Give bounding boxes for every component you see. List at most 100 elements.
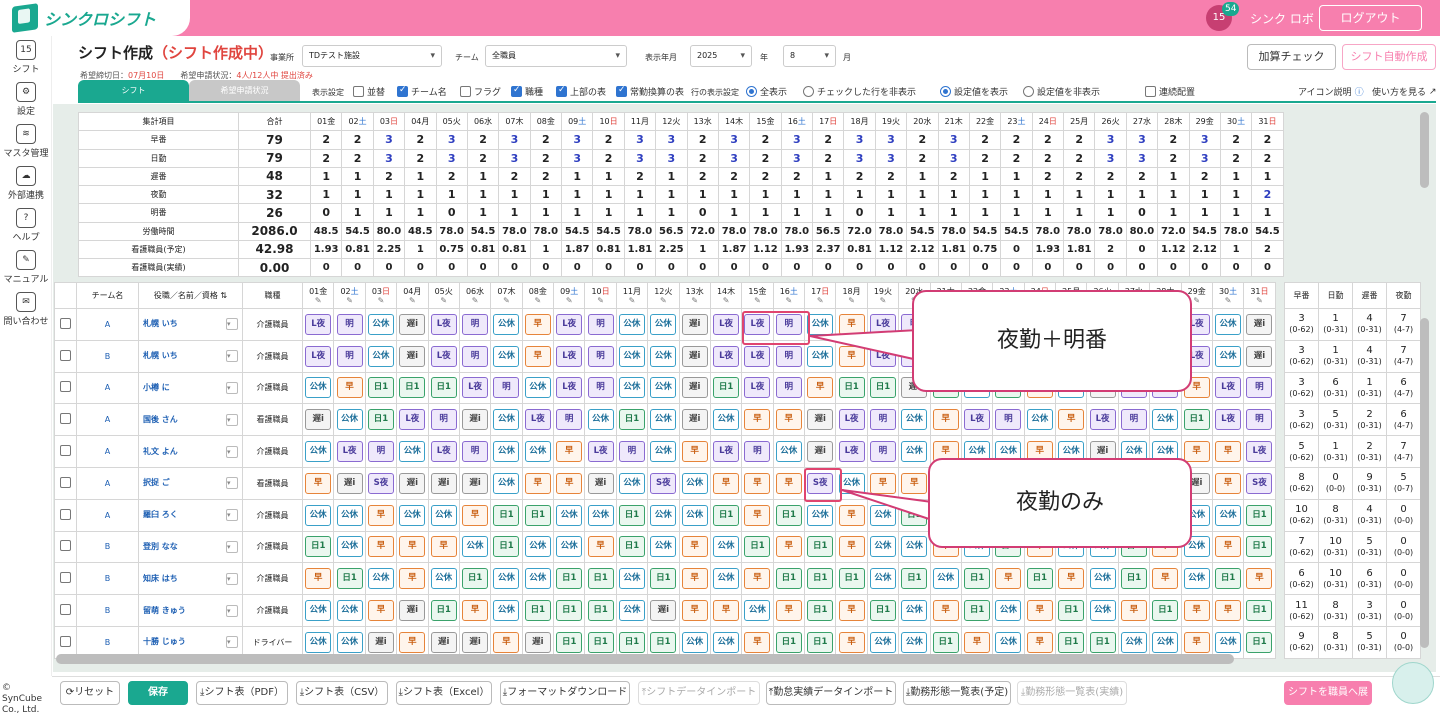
shift-chip[interactable]: 公休 — [650, 377, 677, 399]
chevron-down-icon[interactable]: ▾ — [226, 636, 238, 649]
shift-cell[interactable]: 早 — [898, 466, 931, 500]
shift-chip[interactable]: 早 — [744, 631, 771, 653]
pencil-icon[interactable]: ✎ — [303, 297, 333, 305]
chevron-down-icon[interactable]: ▾ — [226, 413, 238, 426]
staff-name-cell[interactable]: 留萌 きゅう ▾ — [138, 594, 243, 627]
shift-chip[interactable]: 公休 — [807, 313, 834, 335]
shift-chip[interactable]: 公休 — [995, 631, 1022, 653]
option-checkbox-5[interactable]: 常勤換算の表 — [616, 85, 684, 98]
shift-cell[interactable]: 日1 — [1243, 594, 1276, 627]
shift-chip[interactable]: 早 — [744, 472, 771, 494]
shift-cell[interactable]: 遅i — [1243, 308, 1276, 341]
shift-chip[interactable]: 遅i — [462, 472, 489, 494]
shift-cell[interactable]: 遅i — [678, 308, 711, 341]
shift-cell[interactable]: 明 — [458, 308, 492, 341]
shift-cell[interactable]: 公休 — [1211, 498, 1245, 532]
year-select[interactable]: 2025 — [690, 45, 752, 67]
shift-cell[interactable]: 公休 — [898, 435, 931, 468]
shift-cell[interactable]: L夜 — [866, 308, 900, 341]
shift-cell[interactable]: 明 — [427, 403, 460, 437]
shift-cell[interactable]: 早 — [521, 339, 555, 373]
row-checkbox[interactable] — [60, 508, 71, 520]
shift-cell[interactable]: 遅i — [803, 435, 837, 468]
shift-chip[interactable]: 早 — [524, 472, 551, 494]
shift-cell[interactable]: 明 — [584, 308, 617, 341]
shift-chip[interactable]: 早 — [462, 504, 489, 526]
shift-cell[interactable]: 明 — [458, 339, 492, 373]
shift-cell[interactable]: 早 — [1054, 403, 1088, 437]
shift-cell[interactable]: 早 — [866, 466, 900, 500]
shift-chip[interactable]: 早 — [1246, 568, 1273, 590]
shift-chip[interactable]: S夜 — [367, 472, 394, 494]
shift-cell[interactable]: 公休 — [490, 339, 523, 373]
shift-chip[interactable]: 日1 — [305, 536, 332, 558]
pencil-icon[interactable]: ✎ — [742, 297, 772, 305]
shift-chip[interactable]: 早 — [493, 631, 520, 653]
shift-cell[interactable]: 早 — [835, 498, 868, 532]
shift-cell[interactable]: L夜 — [741, 371, 774, 405]
shift-chip[interactable]: 早 — [681, 536, 708, 558]
shift-chip[interactable]: 公休 — [367, 568, 394, 590]
shift-cell[interactable]: 早 — [396, 530, 429, 564]
shift-chip[interactable]: 早 — [713, 600, 740, 622]
shift-cell[interactable]: 日1 — [458, 562, 492, 596]
shift-chip[interactable]: 遅i — [430, 631, 457, 653]
row-checkbox[interactable] — [60, 476, 71, 488]
shift-cell[interactable]: 遅i — [647, 594, 680, 627]
shift-chip[interactable]: 遅i — [399, 345, 426, 367]
shift-chip[interactable]: 公休 — [995, 600, 1022, 622]
shift-chip[interactable]: 明 — [430, 409, 457, 431]
shift-chip[interactable]: 早 — [524, 313, 551, 335]
shift-chip[interactable]: 早 — [367, 536, 394, 558]
shift-cell[interactable]: 日1 — [301, 530, 335, 564]
shift-chip[interactable]: 日1 — [932, 631, 959, 653]
shift-chip[interactable]: 公休 — [524, 441, 551, 463]
shift-cell[interactable]: 明 — [866, 435, 900, 468]
shift-chip[interactable]: 遅i — [399, 472, 426, 494]
shift-chip[interactable]: 公休 — [367, 345, 394, 367]
shift-chip[interactable]: 公休 — [493, 472, 520, 494]
shift-chip[interactable]: 早 — [367, 600, 394, 622]
shift-cell[interactable]: 公休 — [490, 594, 523, 627]
shift-cell[interactable]: 日1 — [1243, 530, 1276, 564]
shift-cell[interactable]: 公休 — [615, 308, 649, 341]
shift-cell[interactable]: L夜 — [427, 308, 460, 341]
shift-chip[interactable]: 日1 — [744, 536, 771, 558]
shift-chip[interactable]: 公休 — [681, 472, 708, 494]
shift-cell[interactable]: 公休 — [1086, 562, 1119, 596]
pencil-icon[interactable]: ✎ — [617, 297, 647, 305]
shift-cell[interactable]: 公休 — [552, 498, 586, 532]
shift-cell[interactable]: 遅i — [458, 466, 492, 500]
shift-cell[interactable]: 遅i — [458, 403, 492, 437]
shift-chip[interactable]: 日1 — [462, 568, 489, 590]
shift-cell[interactable]: L夜 — [333, 435, 366, 468]
shift-chip[interactable]: 早 — [775, 472, 802, 494]
shift-cell[interactable]: 公休 — [615, 371, 649, 405]
shift-cell[interactable]: L夜 — [427, 339, 460, 373]
tab-request-status[interactable]: 希望申請状況 — [189, 80, 300, 102]
shift-chip[interactable]: 明 — [587, 377, 614, 399]
shift-cell[interactable]: 日1 — [866, 371, 900, 405]
shift-chip[interactable]: 遅i — [587, 472, 614, 494]
shift-chip[interactable]: 公休 — [1215, 313, 1242, 335]
row-checkbox[interactable] — [60, 540, 71, 552]
shift-chip[interactable]: 早 — [1215, 472, 1242, 494]
shift-cell[interactable]: 公休 — [584, 498, 617, 532]
shift-cell[interactable]: 早 — [364, 530, 398, 564]
shift-cell[interactable]: 早 — [772, 530, 806, 564]
shift-cell[interactable]: L夜 — [835, 403, 868, 437]
shift-chip[interactable]: 公休 — [650, 345, 677, 367]
shift-chip[interactable]: 早 — [305, 568, 332, 590]
shift-cell[interactable]: 早 — [1211, 594, 1245, 627]
shift-chip[interactable]: 公休 — [713, 631, 740, 653]
shift-cell[interactable]: 早 — [333, 371, 366, 405]
shift-cell[interactable]: 早 — [364, 498, 398, 532]
chevron-down-icon[interactable]: ▾ — [226, 477, 238, 490]
shift-cell[interactable]: 日1 — [803, 562, 837, 596]
shift-chip[interactable]: 明 — [1120, 409, 1147, 431]
shift-chip[interactable]: 公休 — [1215, 345, 1242, 367]
shift-cell[interactable]: 日1 — [615, 403, 649, 437]
shift-cell[interactable]: 遅i — [678, 339, 711, 373]
shift-cell[interactable]: L夜 — [301, 308, 335, 341]
shift-cell[interactable]: 日1 — [803, 594, 837, 627]
